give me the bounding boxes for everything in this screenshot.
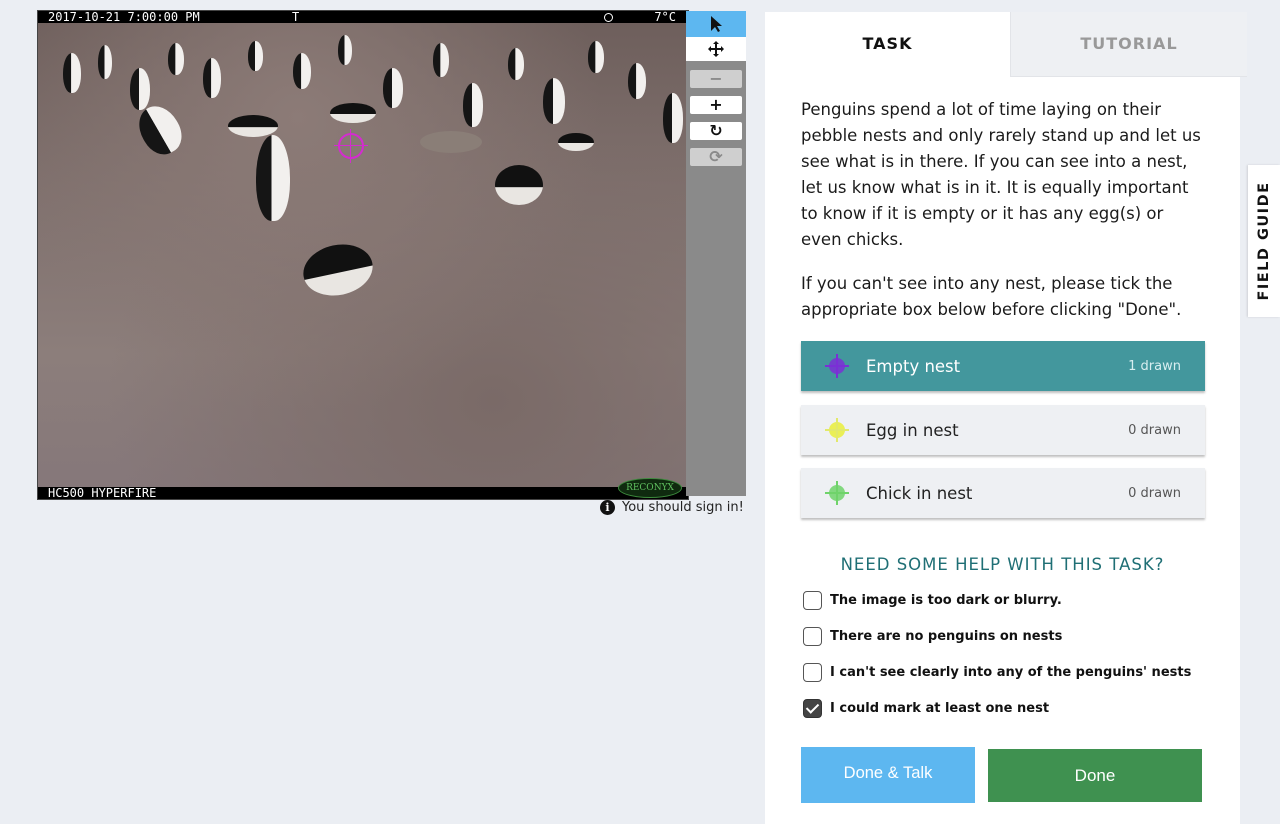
subject-image-viewer[interactable]: 2017-10-21 7:00:00 PM T 7°C HC500 HYPERF… <box>37 10 689 500</box>
instructions-paragraph-2: If you can't see into any nest, please t… <box>801 274 1182 319</box>
tool-label: Chick in nest <box>866 483 973 503</box>
tool-count: 0 drawn <box>1128 485 1181 501</box>
penguin <box>130 68 150 110</box>
penguin <box>433 43 449 77</box>
penguin <box>628 63 646 99</box>
tool-egg-in-nest[interactable]: Egg in nest 0 drawn <box>801 405 1205 455</box>
signin-text: You should sign in! <box>622 500 744 515</box>
checkbox-no-penguins[interactable]: There are no penguins on nests <box>803 627 1062 646</box>
info-icon: i <box>600 500 615 515</box>
zoom-in-button[interactable]: + <box>690 96 742 114</box>
penguin <box>63 53 81 93</box>
penguin <box>383 68 403 108</box>
checkbox-label: There are no penguins on nests <box>830 629 1063 644</box>
crosshair-icon <box>825 418 849 442</box>
penguin <box>508 48 524 80</box>
plus-icon: + <box>709 95 723 114</box>
penguin <box>256 135 290 221</box>
penguin <box>98 45 112 79</box>
checkbox[interactable] <box>803 627 822 646</box>
tab-task[interactable]: TASK <box>765 12 1010 76</box>
crosshair-icon <box>825 354 849 378</box>
reset-icon: ⟳ <box>709 147 723 166</box>
help-heading[interactable]: NEED SOME HELP WITH THIS TASK? <box>765 555 1240 574</box>
penguin <box>248 41 263 71</box>
camera-timestamp: 2017-10-21 7:00:00 PM <box>48 10 200 24</box>
checkbox-checked[interactable] <box>803 699 822 718</box>
checkbox[interactable] <box>803 663 822 682</box>
done-button[interactable]: Done <box>988 749 1202 802</box>
signin-notice: i You should sign in! <box>600 500 744 515</box>
camera-info-bar-bottom: HC500 HYPERFIRE RECONYX <box>38 478 688 500</box>
penguin <box>338 35 352 65</box>
penguin-on-nest <box>228 115 278 137</box>
penguin <box>293 53 311 89</box>
pointer-arrow-icon <box>711 16 722 32</box>
tool-count: 0 drawn <box>1128 422 1181 438</box>
checkbox-too-dark[interactable]: The image is too dark or blurry. <box>803 591 1062 610</box>
checkbox[interactable] <box>803 591 822 610</box>
checkbox-label: I can't see clearly into any of the peng… <box>830 665 1192 680</box>
camera-info-bar-top: 2017-10-21 7:00:00 PM T 7°C <box>38 11 688 23</box>
zoom-out-button[interactable]: − <box>690 70 742 88</box>
rotate-button[interactable]: ↻ <box>690 122 742 140</box>
task-instructions: Penguins spend a lot of time laying on t… <box>801 97 1206 341</box>
tool-label: Egg in nest <box>866 420 959 440</box>
checkbox-marked-one-nest[interactable]: I could mark at least one nest <box>803 699 1049 718</box>
move-arrows-icon <box>708 41 724 57</box>
pebble-nest <box>420 131 482 153</box>
penguin <box>663 93 683 143</box>
image-toolbar: − + ↻ ⟳ <box>686 11 746 496</box>
camera-mode: T <box>292 10 300 24</box>
penguin-on-nest <box>298 238 378 302</box>
reset-view-button[interactable]: ⟳ <box>690 148 742 166</box>
penguin-colony-photo[interactable] <box>38 23 688 495</box>
penguin <box>463 83 483 127</box>
moon-phase-icon <box>604 13 613 22</box>
checkbox-label: The image is too dark or blurry. <box>830 593 1062 608</box>
empty-nest-marker[interactable] <box>334 129 368 163</box>
done-and-talk-button[interactable]: Done & Talk <box>801 747 975 803</box>
rotate-icon: ↻ <box>709 121 723 140</box>
tool-chick-in-nest[interactable]: Chick in nest 0 drawn <box>801 468 1205 518</box>
instructions-paragraph-1: Penguins spend a lot of time laying on t… <box>801 100 1201 249</box>
camera-model: HC500 HYPERFIRE <box>48 486 157 500</box>
camera-brand-logo: RECONYX <box>618 478 682 498</box>
checkbox-label: I could mark at least one nest <box>830 701 1050 716</box>
penguin <box>543 78 565 124</box>
penguin <box>203 58 221 98</box>
penguin-on-nest <box>558 133 594 151</box>
field-guide-tab[interactable]: FIELD GUIDE <box>1248 165 1280 317</box>
camera-temperature: 7°C <box>654 10 676 24</box>
penguin-on-nest <box>495 165 543 205</box>
task-panel: TASK TUTORIAL Penguins spend a lot of ti… <box>765 12 1247 824</box>
penguin <box>588 41 604 73</box>
penguin <box>168 43 184 75</box>
tool-count: 1 drawn <box>1128 358 1181 374</box>
crosshair-icon <box>825 481 849 505</box>
tab-tutorial[interactable]: TUTORIAL <box>1010 12 1247 77</box>
field-guide-label: FIELD GUIDE <box>1256 181 1272 301</box>
penguin-on-nest <box>330 103 376 123</box>
tool-empty-nest[interactable]: Empty nest 1 drawn <box>801 341 1205 391</box>
select-tool-button[interactable] <box>686 11 746 37</box>
tool-label: Empty nest <box>866 356 961 376</box>
minus-icon: − <box>709 69 723 88</box>
checkbox-cant-see-nests[interactable]: I can't see clearly into any of the peng… <box>803 663 1191 682</box>
pan-tool-button[interactable] <box>686 37 746 61</box>
